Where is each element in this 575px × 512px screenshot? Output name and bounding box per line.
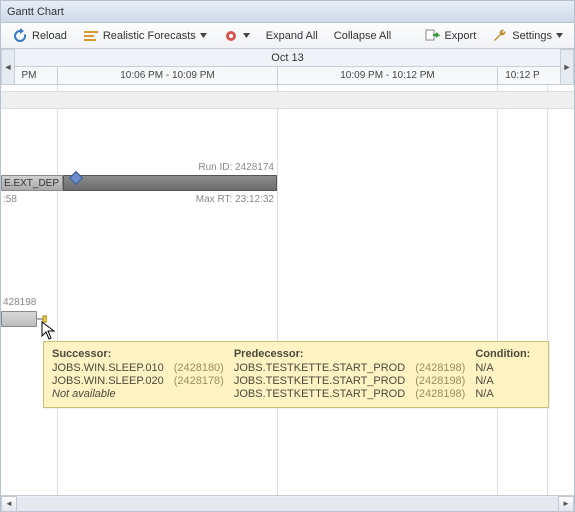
export-icon: [424, 28, 440, 44]
expand-all-label: Expand All: [266, 30, 318, 42]
timeline-col-1-label: 10:06 PM - 10:09 PM: [120, 70, 215, 81]
job-id-label: 428198: [3, 297, 36, 308]
timeline-col-3: 10:12 P: [497, 67, 547, 84]
succ-name: JOBS.WIN.SLEEP.020: [52, 375, 174, 388]
max-rt-label: Max RT: 23:12:32: [196, 194, 274, 205]
tooltip-row: Not available JOBS.TESTKETTE.START_PROD …: [52, 388, 540, 401]
cond: N/A: [475, 362, 540, 375]
reload-label: Reload: [32, 30, 67, 42]
connector-icon: [37, 315, 47, 323]
timeline-col-1: 10:06 PM - 10:09 PM: [57, 67, 277, 84]
gantt-bar-label: E.EXT_DEP: [4, 178, 59, 189]
collapse-all-label: Collapse All: [334, 30, 391, 42]
mouse-cursor-icon: [41, 321, 57, 341]
gantt-window: Gantt Chart Reload Realistic Forecasts E…: [0, 0, 575, 512]
reload-icon: [12, 28, 28, 44]
run-id-label: Run ID: 2428174: [198, 162, 274, 173]
timeline-scroll-left[interactable]: ◄: [1, 49, 15, 85]
reload-button[interactable]: Reload: [5, 25, 74, 47]
wrench-icon: [492, 28, 508, 44]
gantt-chart-area[interactable]: Run ID: 2428174 E.EXT_DEP :58 Max RT: 23…: [1, 85, 574, 495]
timeline-date-row: Oct 13: [1, 49, 574, 67]
scroll-left-button[interactable]: ◄: [1, 496, 17, 512]
timeline-col-0-label: PM: [22, 70, 37, 81]
horizontal-scrollbar[interactable]: ◄ ►: [1, 495, 574, 511]
succ-id: (2428178): [174, 375, 234, 388]
pred-name: JOBS.TESTKETTE.START_PROD: [234, 388, 415, 401]
tooltip-header-condition: Condition:: [475, 348, 540, 362]
cond: N/A: [475, 375, 540, 388]
scroll-right-button[interactable]: ►: [558, 496, 574, 512]
settings-button[interactable]: Settings: [485, 25, 570, 47]
chevron-down-icon: [243, 32, 250, 39]
pred-id: (2428198): [415, 388, 475, 401]
tooltip-header-predecessor: Predecessor:: [234, 348, 476, 362]
window-title: Gantt Chart: [7, 6, 64, 18]
window-titlebar: Gantt Chart: [1, 1, 574, 23]
options-button[interactable]: [216, 25, 257, 47]
succ-name: JOBS.WIN.SLEEP.010: [52, 362, 174, 375]
succ-name: Not available: [52, 388, 174, 401]
expand-all-button[interactable]: Expand All: [259, 27, 325, 45]
collapse-all-button[interactable]: Collapse All: [327, 27, 398, 45]
gantt-bar-small[interactable]: [1, 311, 37, 327]
tooltip-row: JOBS.WIN.SLEEP.010 (2428180) JOBS.TESTKE…: [52, 362, 540, 375]
pred-name: JOBS.TESTKETTE.START_PROD: [234, 375, 415, 388]
gear-red-icon: [223, 28, 239, 44]
dependency-tooltip: Successor: Predecessor: Condition: JOBS.…: [43, 341, 549, 408]
tooltip-row: JOBS.WIN.SLEEP.020 (2428178) JOBS.TESTKE…: [52, 375, 540, 388]
forecasts-label: Realistic Forecasts: [103, 30, 196, 42]
pred-id: (2428198): [415, 362, 475, 375]
tooltip-table: Successor: Predecessor: Condition: JOBS.…: [52, 348, 540, 401]
gantt-bar-ext-dep[interactable]: E.EXT_DEP: [1, 175, 63, 191]
export-label: Export: [444, 30, 476, 42]
timeline-scroll-right[interactable]: ►: [560, 49, 574, 85]
chevron-down-icon: [200, 32, 207, 39]
pred-id: (2428198): [415, 375, 475, 388]
timeline-col-2-label: 10:09 PM - 10:12 PM: [340, 70, 435, 81]
succ-id: [174, 388, 234, 401]
forecasts-icon: [83, 28, 99, 44]
cond: N/A: [475, 388, 540, 401]
settings-label: Settings: [512, 30, 552, 42]
scroll-track[interactable]: [17, 497, 558, 511]
timeline-times-row: PM 10:06 PM - 10:09 PM 10:09 PM - 10:12 …: [1, 67, 574, 85]
timeline-col-3-label: 10:12 P: [505, 70, 539, 81]
gantt-bar-dark[interactable]: [63, 175, 277, 191]
export-button[interactable]: Export: [417, 25, 483, 47]
forecasts-button[interactable]: Realistic Forecasts: [76, 25, 214, 47]
toolbar: Reload Realistic Forecasts Expand All Co…: [1, 23, 574, 49]
succ-id: (2428180): [174, 362, 234, 375]
pred-name: JOBS.TESTKETTE.START_PROD: [234, 362, 415, 375]
time-label-a: :58: [3, 194, 17, 205]
tooltip-header-successor: Successor:: [52, 348, 234, 362]
chevron-down-icon: [556, 32, 563, 39]
timeline-date: Oct 13: [271, 52, 303, 64]
timeline-col-2: 10:09 PM - 10:12 PM: [277, 67, 497, 84]
